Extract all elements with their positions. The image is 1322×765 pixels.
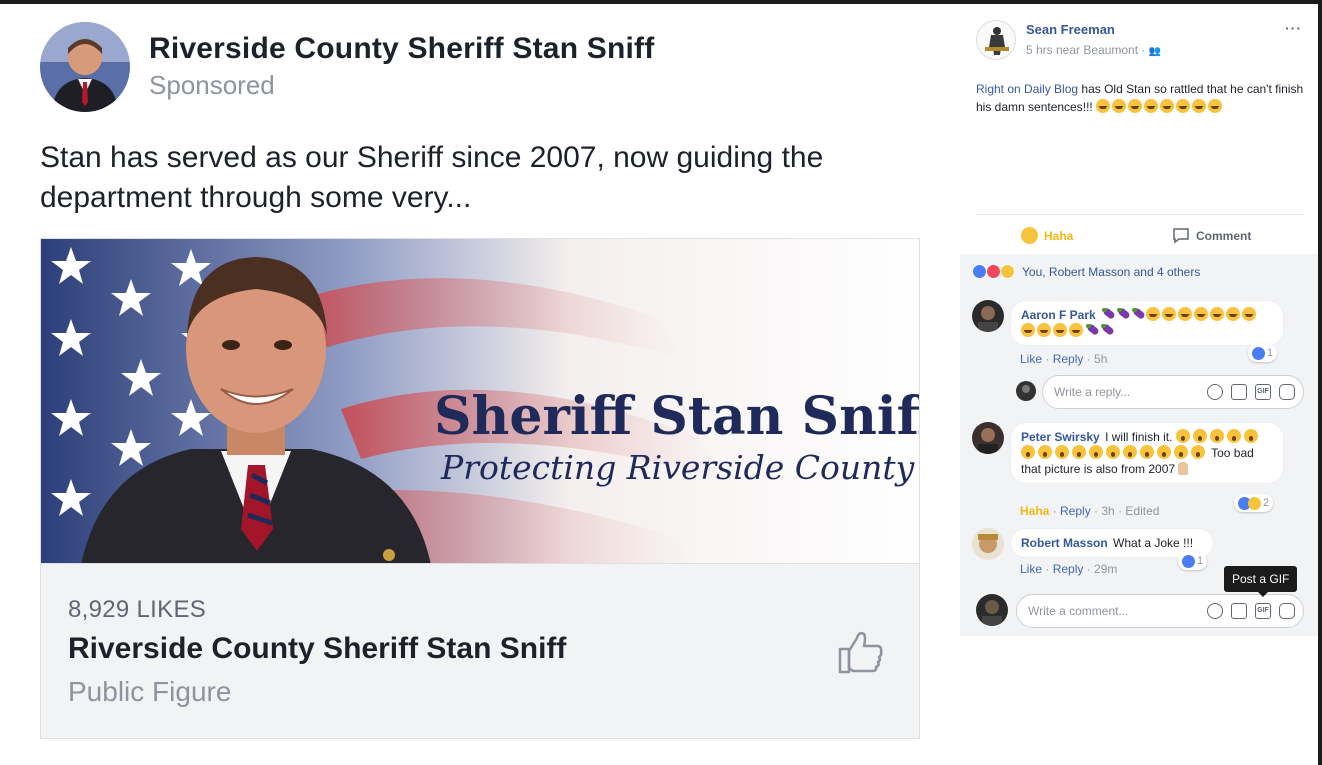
comment-text: What a Joke !!! — [1113, 536, 1194, 550]
comment-actions: Like · Reply · 29m — [1020, 562, 1118, 576]
post-actions: Haha Comment — [976, 214, 1304, 254]
like-page-icon[interactable] — [837, 628, 885, 676]
haha-link[interactable]: Haha — [1020, 504, 1049, 518]
sticker-icon[interactable] — [1279, 384, 1295, 400]
comment-actions: Like · Reply · 5h — [1020, 352, 1108, 366]
ad-banner-image[interactable]: Sheriff Stan Sniff Protecting Riverside … — [40, 238, 920, 564]
comment-icon — [1173, 228, 1189, 244]
gif-icon[interactable]: GIF — [1255, 603, 1271, 619]
facebook-post: Sean Freeman 5 hrs near Beaumont · 👥 ···… — [960, 4, 1318, 636]
comment-input-icons: GIF — [1207, 603, 1295, 619]
emoji-picker-icon[interactable] — [1207, 384, 1223, 400]
emoji-picker-icon[interactable] — [1207, 603, 1223, 619]
current-user-avatar — [976, 594, 1008, 626]
comment-time[interactable]: 3h — [1101, 504, 1114, 518]
commenter-name[interactable]: Peter Swirsky — [1021, 430, 1100, 444]
ad-text: Stan has served as our Sheriff since 200… — [40, 141, 824, 214]
right-border — [1318, 0, 1322, 765]
reaction-count-text: 1 — [1267, 347, 1274, 359]
like-link[interactable]: Like — [1020, 562, 1042, 576]
person-emoji — [1178, 462, 1189, 475]
ad-page-card[interactable]: 8,929 LIKES Riverside County Sheriff Sta… — [40, 563, 920, 739]
blog-link[interactable]: Right on Daily Blog — [976, 82, 1078, 96]
sponsored-ad: Riverside County Sheriff Stan Sniff Spon… — [0, 4, 940, 765]
like-reaction-icon — [972, 264, 987, 279]
comment-text: I will finish it. — [1105, 430, 1173, 444]
author-name[interactable]: Sean Freeman — [1026, 22, 1115, 37]
page-likes-count: 8,929 LIKES — [68, 596, 207, 623]
post-meta[interactable]: 5 hrs near Beaumont · 👥 — [1026, 43, 1161, 57]
like-reaction-icon — [1182, 554, 1195, 568]
post-body: Right on Daily Blog has Old Stan so ratt… — [976, 80, 1306, 116]
reactions-summary[interactable]: You, Robert Masson and 4 others — [972, 264, 1200, 279]
haha-reaction-icon — [1248, 496, 1261, 510]
page-avatar[interactable] — [40, 22, 130, 112]
laughing-emoji-row — [1096, 99, 1224, 114]
post-gif-tooltip: Post a GIF — [1224, 566, 1298, 597]
camera-icon[interactable] — [1231, 384, 1247, 400]
comment-label: Comment — [1196, 228, 1252, 243]
comment-button[interactable]: Comment — [1172, 227, 1251, 244]
like-link[interactable]: Like — [1020, 352, 1042, 366]
sponsored-label[interactable]: Sponsored — [149, 70, 275, 101]
avatar[interactable] — [972, 528, 1004, 560]
haha-label: Haha — [1044, 228, 1074, 243]
haha-reaction-icon — [1000, 264, 1015, 279]
page-category: Public Figure — [68, 676, 232, 707]
avatar[interactable] — [972, 300, 1004, 332]
banner-title: Sheriff Stan Sniff — [434, 386, 920, 447]
comment-time[interactable]: 5h — [1094, 352, 1107, 366]
comment-reaction-count[interactable]: 1 — [1178, 552, 1208, 570]
author-avatar[interactable] — [976, 20, 1016, 60]
comment-reaction-count[interactable]: 1 — [1248, 344, 1278, 362]
gif-icon[interactable]: GIF — [1255, 384, 1271, 400]
sticker-icon[interactable] — [1279, 603, 1295, 619]
reply-avatar — [1016, 381, 1036, 401]
friends-audience-icon[interactable]: 👥 — [1149, 46, 1161, 57]
post-options-icon[interactable]: ··· — [1285, 20, 1302, 36]
avatar[interactable] — [972, 422, 1004, 454]
post-meta-text: 5 hrs near Beaumont · — [1026, 43, 1149, 57]
comment-input[interactable]: Write a comment... GIF — [1016, 594, 1304, 628]
edited-label[interactable]: Edited — [1125, 504, 1159, 518]
reply-link[interactable]: Reply — [1060, 504, 1091, 518]
reply-link[interactable]: Reply — [1053, 562, 1084, 576]
reply-link[interactable]: Reply — [1053, 352, 1084, 366]
comment-actions: Haha · Reply · 3h · Edited — [1020, 504, 1160, 518]
page-name-link[interactable]: Riverside County Sheriff Stan Sniff — [149, 32, 654, 66]
haha-icon — [1021, 227, 1038, 244]
love-reaction-icon — [986, 264, 1001, 279]
commenter-name[interactable]: Robert Masson — [1021, 536, 1108, 550]
comment-time[interactable]: 29m — [1094, 562, 1117, 576]
comment-placeholder: Write a comment... — [1028, 604, 1129, 618]
page-card-name[interactable]: Riverside County Sheriff Stan Sniff — [68, 632, 566, 666]
comment-reaction-count[interactable]: 2 — [1234, 494, 1274, 512]
comment-bubble: Peter Swirsky I will finish it. Too bad … — [1010, 422, 1284, 484]
reaction-count-text: 1 — [1197, 555, 1204, 567]
reply-placeholder: Write a reply... — [1054, 385, 1131, 399]
reply-input-icons: GIF — [1207, 384, 1295, 400]
camera-icon[interactable] — [1231, 603, 1247, 619]
reactions-summary-text: You, Robert Masson and 4 others — [1022, 264, 1201, 279]
comment-bubble: Aaron F Park — [1010, 300, 1284, 346]
commenter-name[interactable]: Aaron F Park — [1021, 308, 1096, 322]
like-reaction-icon — [1252, 346, 1265, 360]
reaction-count-text: 2 — [1263, 497, 1270, 509]
reply-input[interactable]: Write a reply... GIF — [1042, 375, 1304, 409]
banner-subtitle: Protecting Riverside County — [440, 448, 915, 487]
haha-reaction-button[interactable]: Haha — [1021, 227, 1073, 244]
